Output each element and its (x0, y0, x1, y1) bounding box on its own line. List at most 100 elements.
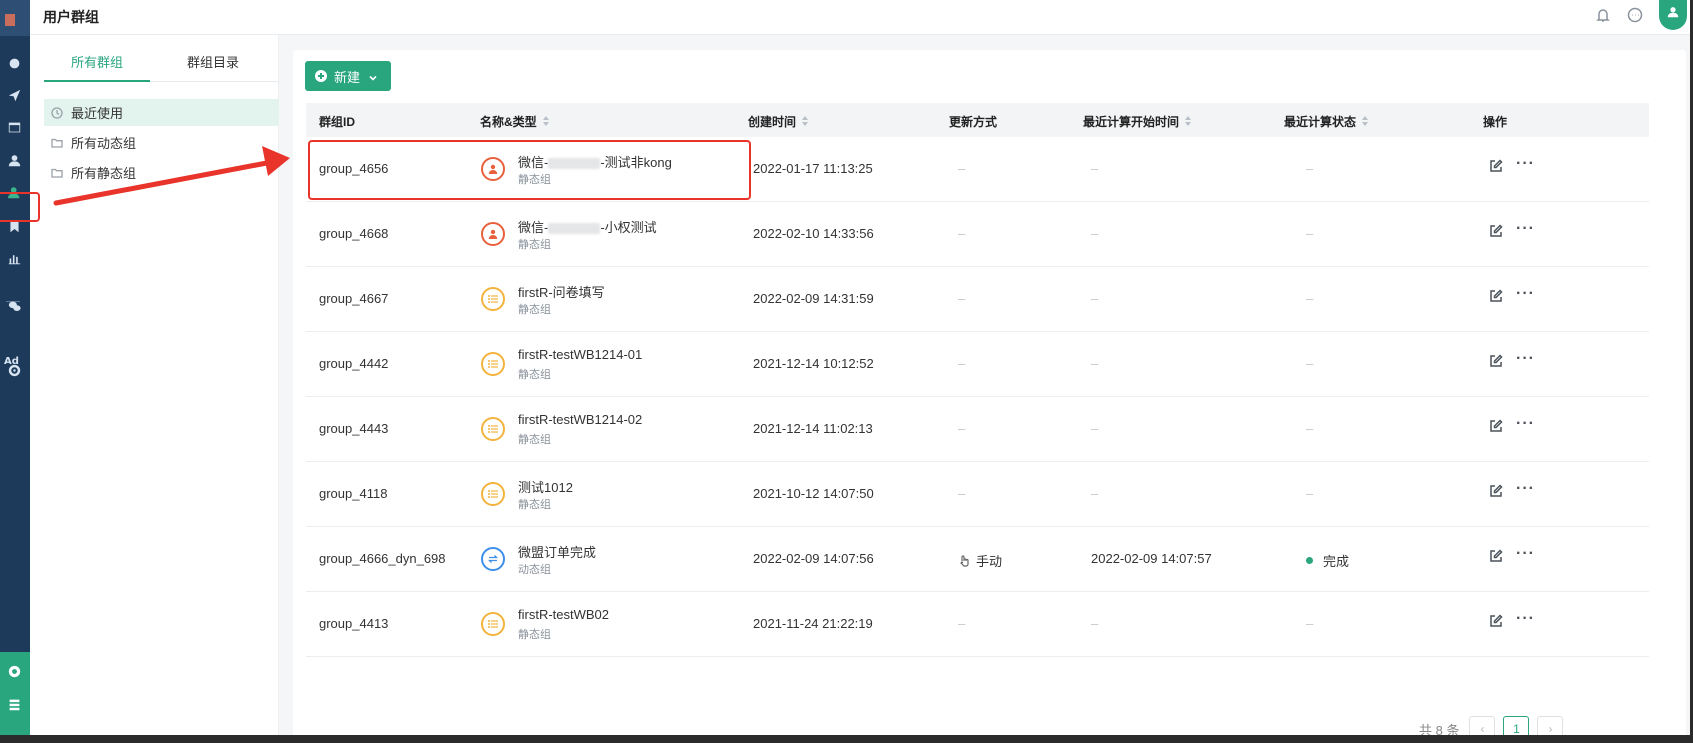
group-name-text: 测试1012 (518, 480, 573, 495)
total-count: 共 8 条 (1419, 722, 1460, 738)
new-button-label: 新建 (334, 69, 361, 85)
group-name[interactable]: 测试1012 (518, 477, 573, 496)
group-name-text: firstR-testWB02 (518, 607, 610, 622)
edit-icon[interactable] (1489, 549, 1505, 565)
active-tab-indicator (44, 80, 150, 82)
table-row[interactable]: group_4443 firstR-testWB1214-02 静态组 2021-12… (306, 397, 1649, 462)
table-row[interactable]: group_4667 firstR-问卷填写 静态组 2022-02-09 14:31… (306, 267, 1649, 332)
edit-icon[interactable] (1489, 614, 1505, 630)
nav-item-dynamic-groups[interactable]: 所有动态组 (44, 129, 279, 156)
group-id: group_4118 (319, 486, 388, 501)
rail-bottom-panel (0, 652, 30, 735)
group-type: 动态组 (518, 564, 551, 576)
last-calc-start-time: – (1091, 616, 1099, 631)
group-name[interactable]: firstR-问卷填写 (518, 282, 605, 301)
edit-icon[interactable] (1489, 159, 1505, 175)
hand-pointer-icon (958, 554, 970, 567)
last-calc-start-time: – (1091, 291, 1099, 306)
update-mode-text: – (958, 421, 966, 436)
last-calc-start-time: 2022-02-09 14:07:57 (1091, 551, 1212, 566)
table-icon[interactable] (6, 119, 22, 135)
edit-icon[interactable] (1489, 289, 1505, 305)
edit-icon[interactable] (1489, 224, 1505, 240)
wechat-icon[interactable] (6, 298, 22, 314)
screen: Ad 用户群组 所有群组 群组目录 最近使用 所有动态组 所有静态组 新建 群组… (0, 0, 1693, 743)
edit-icon[interactable] (1489, 354, 1505, 370)
more-icon[interactable]: ··· (1516, 610, 1535, 628)
group-type: 静态组 (518, 629, 551, 641)
update-mode: – (958, 616, 965, 631)
created-time: 2021-12-14 10:12:52 (753, 356, 874, 371)
more-icon[interactable]: ··· (1516, 155, 1535, 173)
pagination: 共 8 条 ‹ 1 › (1419, 716, 1571, 738)
tab-group-directory[interactable]: 群组目录 (187, 52, 239, 71)
update-mode-text: – (958, 291, 966, 306)
group-name[interactable]: firstR-testWB02 (518, 607, 609, 622)
group-name[interactable]: firstR-testWB1214-02 (518, 412, 642, 427)
new-group-button[interactable]: 新建 (305, 61, 391, 91)
sort-icon[interactable] (802, 116, 809, 127)
settings-icon[interactable] (6, 663, 22, 679)
group-navigation-panel: 所有群组 群组目录 最近使用 所有动态组 所有静态组 (30, 35, 279, 735)
tab-all-groups[interactable]: 所有群组 (71, 52, 123, 71)
status-text: – (1306, 421, 1314, 436)
more-icon[interactable]: ··· (1516, 285, 1535, 303)
refresh-icon (481, 547, 505, 571)
group-name-text: firstR-testWB1214-02 (518, 412, 643, 427)
annotation-box-rail (0, 192, 40, 222)
more-icon[interactable]: ··· (1516, 220, 1535, 238)
update-mode: – (958, 356, 965, 371)
table-row[interactable]: group_4118 测试1012 静态组 2021-10-12 14:07:50 – –… (306, 462, 1649, 527)
table-header: 群组ID 名称&类型 创建时间 更新方式 最近计算开始时间 最近计算状态 操作 (306, 103, 1649, 137)
group-id: group_4413 (319, 616, 389, 631)
prev-page-button[interactable]: ‹ (1469, 716, 1496, 735)
group-name[interactable]: 微盟订单完成 (518, 542, 596, 561)
sort-icon[interactable] (1362, 116, 1369, 127)
group-name[interactable]: firstR-testWB1214-01 (518, 347, 642, 362)
list-icon (481, 482, 505, 506)
next-page-button[interactable]: › (1537, 716, 1564, 735)
status-text: – (1306, 226, 1314, 241)
table-row[interactable]: group_4666_dyn_698 微盟订单完成 动态组 2022-02-09 14… (306, 527, 1649, 592)
user-circle-icon (481, 222, 505, 246)
menu-icon[interactable] (6, 696, 22, 712)
more-icon[interactable]: ··· (1516, 415, 1535, 433)
dashboard-icon[interactable] (6, 55, 22, 71)
message-icon[interactable] (1627, 7, 1643, 23)
user-icon[interactable] (6, 152, 22, 168)
group-id: group_4442 (319, 356, 389, 371)
col-header-name[interactable]: 名称&类型 (480, 113, 550, 130)
nav-item-static-groups[interactable]: 所有静态组 (44, 159, 279, 186)
update-mode: 手动 (958, 551, 1002, 570)
nav-item-label: 最近使用 (71, 106, 124, 121)
sort-icon[interactable] (1185, 116, 1192, 127)
sort-icon[interactable] (542, 116, 550, 127)
table-row[interactable]: group_4442 firstR-testWB1214-01 静态组 2021-12… (306, 332, 1649, 397)
col-header-last-start[interactable]: 最近计算开始时间 (1083, 113, 1192, 130)
bar-chart-icon[interactable] (6, 250, 22, 266)
group-name[interactable]: 微信- -小权测试 (518, 217, 657, 236)
col-header-status[interactable]: 最近计算状态 (1284, 113, 1369, 130)
col-header-created[interactable]: 创建时间 (748, 113, 809, 130)
target-icon[interactable] (6, 362, 22, 378)
list-icon (481, 417, 505, 441)
more-icon[interactable]: ··· (1516, 350, 1535, 368)
clock-icon (50, 106, 64, 120)
avatar[interactable] (1659, 0, 1687, 30)
more-icon[interactable]: ··· (1516, 480, 1535, 498)
more-icon[interactable]: ··· (1516, 545, 1535, 563)
list-icon (481, 287, 505, 311)
table-row[interactable]: group_4668 微信- -小权测试 静态组 2022-02-10 14:33:56… (306, 202, 1649, 267)
page-button[interactable]: 1 (1503, 716, 1530, 735)
update-mode-text: 手动 (976, 554, 1003, 569)
update-mode-text: – (958, 486, 966, 501)
send-icon[interactable] (6, 87, 22, 103)
page-title: 用户群组 (43, 9, 99, 25)
edit-icon[interactable] (1489, 484, 1505, 500)
chevron-down-icon (368, 71, 378, 81)
nav-item-recent[interactable]: 最近使用 (44, 99, 279, 126)
bell-icon[interactable] (1595, 7, 1611, 23)
group-name-suffix: -小权测试 (600, 220, 657, 235)
table-row[interactable]: group_4413 firstR-testWB02 静态组 2021-11-24 2… (306, 592, 1649, 657)
edit-icon[interactable] (1489, 419, 1505, 435)
